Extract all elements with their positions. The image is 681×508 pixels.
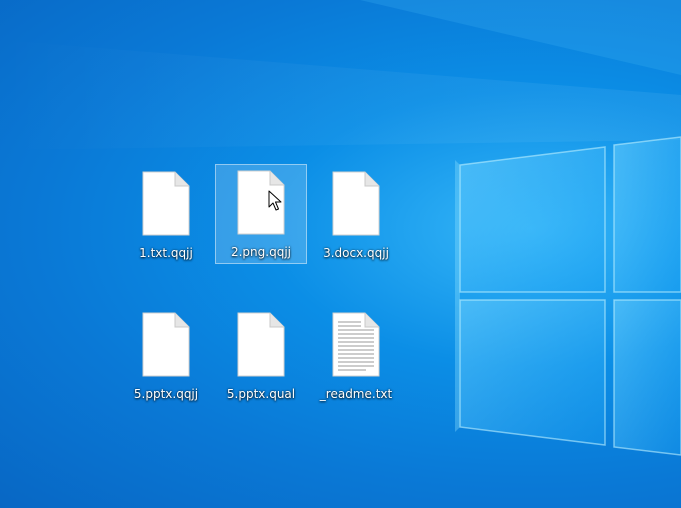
desktop-icon-label: 2.png.qqjj — [230, 245, 291, 259]
desktop-icon-5-pptx-qual[interactable]: 5.pptx.qual — [215, 306, 307, 406]
blank-file-icon — [332, 171, 380, 236]
mouse-pointer-icon — [268, 190, 282, 211]
desktop-icon-3-docx-qqjj[interactable]: 3.docx.qqjj — [310, 165, 402, 265]
desktop-icon-label: _readme.txt — [319, 387, 393, 401]
blank-file-icon — [142, 312, 190, 377]
desktop-icon-label: 1.txt.qqjj — [139, 246, 193, 260]
blank-file-icon — [142, 171, 190, 236]
desktop-icon-label: 5.pptx.qual — [226, 387, 296, 401]
desktop-icon-label: 3.docx.qqjj — [323, 246, 389, 260]
desktop-icon-2-png-qqjj[interactable]: 2.png.qqjj — [215, 164, 307, 264]
desktop[interactable]: 1.txt.qqjj 2.png.qqjj 3.docx.qqjj 5.pptx… — [0, 0, 681, 508]
blank-file-icon — [237, 312, 285, 377]
desktop-icon-readme-txt[interactable]: _readme.txt — [310, 306, 402, 406]
desktop-icon-1-txt-qqjj[interactable]: 1.txt.qqjj — [120, 165, 212, 265]
text-file-icon — [332, 312, 380, 377]
desktop-icon-5-pptx-qqjj[interactable]: 5.pptx.qqjj — [120, 306, 212, 406]
desktop-icon-label: 5.pptx.qqjj — [133, 387, 199, 401]
